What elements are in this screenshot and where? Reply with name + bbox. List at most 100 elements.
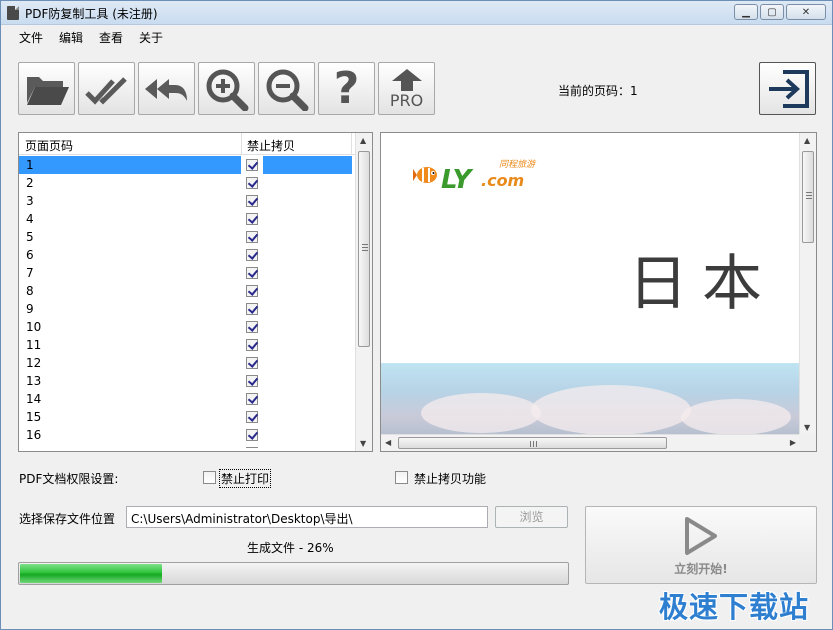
no-copy-row-checkbox[interactable] [246,249,258,261]
no-copy-row-checkbox[interactable] [246,267,258,279]
no-copy-row-checkbox[interactable] [246,177,258,189]
no-copy-row-checkbox[interactable] [246,321,258,333]
list-item[interactable]: 3 [19,192,355,210]
page-list: 页面页码 禁止拷贝 1 2 3 4 5 6 7 8 9 10 11 12 13 14 15 16 ▲ ▼ [18,132,373,452]
scroll-left-icon[interactable]: ◀ [385,438,391,447]
list-item[interactable]: 1 [19,156,355,174]
column-page-number[interactable]: 页面页码 [25,137,73,154]
page-number: 8 [26,284,34,298]
list-item[interactable]: 6 [19,246,355,264]
preview-horizontal-scrollbar[interactable]: ◀ ▶ [381,434,800,451]
maximize-button[interactable]: ▢ [760,4,784,20]
list-item[interactable]: 7 [19,264,355,282]
list-item[interactable]: 2 [19,174,355,192]
progress-fill [20,564,162,583]
menu-bar: 文件 编辑 查看 关于 [1,26,832,48]
no-copy-row-checkbox[interactable] [246,159,258,171]
minimize-button[interactable]: ▁ [734,4,758,20]
page-number: 6 [26,248,34,262]
list-item[interactable]: 13 [19,372,355,390]
no-copy-row-checkbox[interactable] [246,447,258,448]
play-icon [685,517,717,555]
menu-view[interactable]: 查看 [91,26,131,48]
preview-vertical-scrollbar[interactable]: ▲ ▼ [799,133,816,435]
list-item[interactable] [19,444,355,448]
pro-label: PRO [389,90,424,110]
menu-file[interactable]: 文件 [11,26,51,48]
check-all-button[interactable] [78,62,135,115]
zoom-in-icon [206,69,248,111]
no-copy-row-checkbox[interactable] [246,393,258,405]
scroll-up-icon[interactable]: ▲ [804,136,810,145]
save-path-field[interactable]: C:\Users\Administrator\Desktop\导出\ [126,506,488,528]
no-copy-row-checkbox[interactable] [246,285,258,297]
scroll-down-icon[interactable]: ▼ [360,439,366,448]
no-print-label[interactable]: 禁止打印 [218,469,272,488]
title-bar: PDF防复制工具 (未注册) ▁ ▢ ✕ [1,1,832,25]
list-item[interactable]: 4 [19,210,355,228]
no-copy-row-checkbox[interactable] [246,195,258,207]
ly-logo: LY .com 同程旅游 [409,157,539,195]
page-number: 2 [26,176,34,190]
list-item[interactable]: 8 [19,282,355,300]
cloud [681,399,791,435]
no-copy-row-checkbox[interactable] [246,303,258,315]
close-button[interactable]: ✕ [786,4,826,20]
progress-text: 生成文件 - 26% [247,541,334,555]
pro-upgrade-button[interactable]: PRO [378,62,435,115]
no-copy-row-checkbox[interactable] [246,339,258,351]
no-copy-label[interactable]: 禁止拷贝功能 [414,470,486,487]
no-copy-row-checkbox[interactable] [246,231,258,243]
page-number: 14 [26,392,42,406]
start-button[interactable]: 立刻开始! [585,506,817,584]
scroll-down-icon[interactable]: ▼ [804,423,810,432]
list-scroll-thumb[interactable] [358,151,370,347]
logo-text: LY [441,165,471,195]
logo-subtitle: 同程旅游 [499,160,536,170]
preview-title: 日本 [628,249,776,319]
no-copy-row-checkbox[interactable] [246,357,258,369]
permissions-label: PDF文档权限设置: [19,472,119,486]
pdf-preview[interactable]: LY .com 同程旅游 日本 ▲ ▼ ◀ ▶ [380,132,817,452]
list-item[interactable]: 16 [19,426,355,444]
list-item[interactable]: 12 [19,354,355,372]
scroll-up-icon[interactable]: ▲ [360,136,366,145]
page-number: 3 [26,194,34,208]
list-item[interactable]: 14 [19,390,355,408]
no-copy-row-checkbox[interactable] [246,429,258,441]
help-button[interactable]: ? [318,62,375,115]
no-copy-checkbox[interactable] [395,471,408,484]
no-copy-row-checkbox[interactable] [246,375,258,387]
zoom-out-button[interactable] [258,62,315,115]
column-divider[interactable] [351,133,352,155]
no-print-checkbox[interactable] [203,471,216,484]
grip-icon [806,192,812,199]
list-item[interactable]: 10 [19,318,355,336]
grip-icon [529,441,537,447]
zoom-in-button[interactable] [198,62,255,115]
exit-button[interactable] [759,62,816,115]
page-number: 9 [26,302,34,316]
list-vertical-scrollbar[interactable]: ▲ ▼ [355,133,372,451]
page-number: 1 [26,158,34,172]
list-item[interactable]: 9 [19,300,355,318]
list-item[interactable]: 11 [19,336,355,354]
cloud [421,393,541,433]
undo-all-button[interactable] [138,62,195,115]
menu-edit[interactable]: 编辑 [51,26,91,48]
column-no-copy[interactable]: 禁止拷贝 [247,137,295,154]
no-copy-row-checkbox[interactable] [246,411,258,423]
page-number: 11 [26,338,42,352]
open-file-button[interactable] [18,62,75,115]
preview-hscroll-thumb[interactable] [398,437,667,449]
minimize-icon: ▁ [742,6,750,18]
scroll-right-icon[interactable]: ▶ [790,438,796,447]
column-divider[interactable] [241,133,242,155]
list-item[interactable]: 5 [19,228,355,246]
browse-button[interactable]: 浏览 [495,506,568,528]
list-item[interactable]: 15 [19,408,355,426]
menu-about[interactable]: 关于 [131,26,171,48]
page-number: 16 [26,428,42,442]
preview-vscroll-thumb[interactable] [802,151,814,243]
no-copy-row-checkbox[interactable] [246,213,258,225]
